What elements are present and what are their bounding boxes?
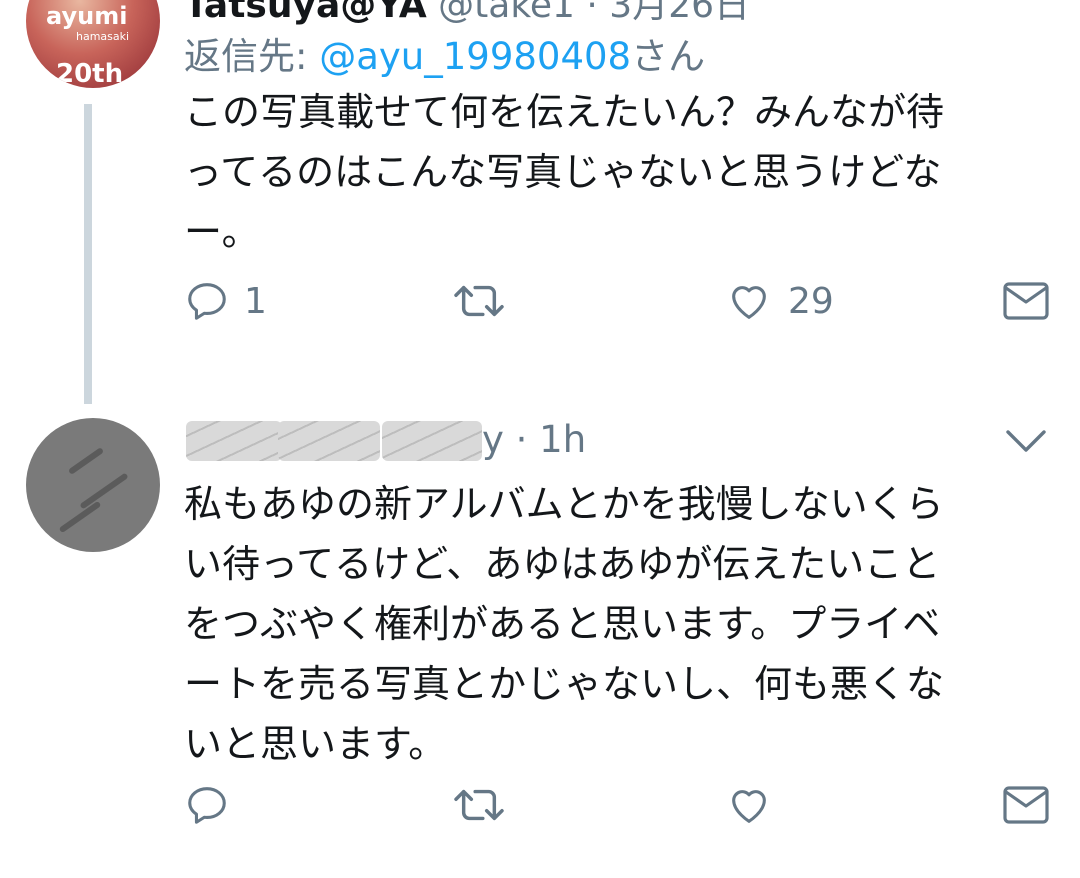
dm-icon bbox=[1003, 282, 1049, 320]
reply-button[interactable] bbox=[184, 782, 244, 828]
like-icon bbox=[732, 286, 766, 319]
dm-icon bbox=[1003, 786, 1049, 824]
like-icon bbox=[732, 790, 766, 823]
thread-line bbox=[84, 104, 92, 404]
reply-mention-link[interactable]: @ayu_19980408 bbox=[319, 35, 631, 78]
like-button[interactable]: 29 bbox=[724, 278, 834, 324]
direct-message-button[interactable] bbox=[1002, 784, 1050, 826]
retweet-button[interactable] bbox=[448, 278, 524, 324]
reply-to-line: 返信先: @ayu_19980408さん bbox=[184, 26, 705, 80]
reply-button[interactable]: 1 bbox=[184, 278, 267, 324]
like-count: 29 bbox=[788, 280, 834, 322]
tweet-text: 私もあゆの新アルバムとかを我慢しないくら い待ってるけど、あゆはあゆが伝えたいこ… bbox=[184, 474, 1044, 774]
tweet-text-line: ってるのはこんな写真じゃないと思うけどな bbox=[184, 150, 942, 194]
tweet-text-line: 私もあゆの新アルバムとかを我慢しないくら bbox=[184, 482, 944, 526]
reply-count: 1 bbox=[244, 280, 267, 322]
handle-and-time: y · 1h bbox=[482, 418, 587, 461]
handle-and-time: @take1 · 3月26日 bbox=[438, 0, 751, 26]
redaction-mark bbox=[186, 421, 282, 461]
retweet-icon bbox=[454, 285, 504, 317]
tweet-text: この写真載せて何を伝えたいん？みんなが待 ってるのはこんな写真じゃないと思うけど… bbox=[184, 82, 1044, 262]
avatar-logo-20th: 20th bbox=[56, 59, 124, 88]
tweet-text-line: この写真載せて何を伝えたいん？みんなが待 bbox=[184, 90, 945, 134]
retweet-icon bbox=[454, 789, 504, 821]
redaction-mark bbox=[382, 421, 482, 461]
tweet-text-line: ートを売る写真とかじゃないし、何も悪くな bbox=[184, 662, 945, 706]
reply-icon bbox=[188, 787, 226, 824]
tweet-text-line: ー。 bbox=[184, 210, 260, 254]
reply-to-prefix: 返信先: bbox=[184, 35, 320, 78]
tweet-text-line: い待ってるけど、あゆはあゆが伝えたいこと bbox=[184, 542, 941, 586]
reply-to-suffix: さん bbox=[631, 35, 706, 78]
avatar-logo-sub: hamasaki bbox=[76, 30, 130, 43]
tweet-header: Tatsuya@YA @take1 · 3月26日 bbox=[184, 0, 750, 28]
redaction-mark bbox=[278, 421, 380, 461]
tweet-text-line: をつぶやく権利があると思います。プライベ bbox=[184, 602, 941, 646]
direct-message-button[interactable] bbox=[1002, 280, 1050, 322]
retweet-button[interactable] bbox=[448, 782, 524, 828]
tweet-text-line: いと思います。 bbox=[184, 722, 447, 766]
redacted-username bbox=[186, 421, 482, 461]
redaction-mark bbox=[67, 447, 105, 475]
avatar[interactable] bbox=[26, 418, 160, 552]
reply-icon bbox=[188, 283, 226, 320]
chevron-down-icon[interactable] bbox=[1004, 426, 1048, 456]
redaction-mark bbox=[79, 472, 129, 510]
like-button[interactable] bbox=[724, 782, 788, 828]
avatar-logo-text: ayumi bbox=[46, 2, 128, 30]
avatar[interactable]: ayumi hamasaki 20th bbox=[26, 0, 160, 88]
display-name[interactable]: Tatsuya@YA bbox=[184, 0, 427, 26]
